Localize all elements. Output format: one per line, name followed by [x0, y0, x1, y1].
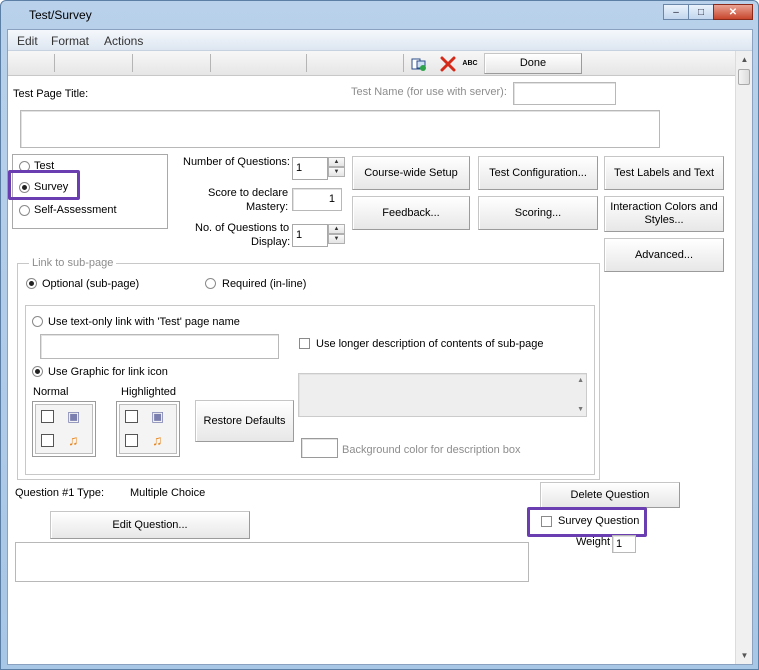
display-count-value: 1 — [296, 229, 303, 241]
spellcheck-icon[interactable]: ABC — [462, 56, 478, 72]
num-questions-spinner[interactable]: 1 ▲ ▼ — [292, 157, 345, 180]
highlighted-icon-preview[interactable]: ▣ ♫ — [116, 401, 180, 457]
radio-self-assessment[interactable] — [19, 205, 30, 216]
num-questions-label: Number of Questions: — [183, 156, 290, 168]
survey-highlight — [8, 170, 80, 200]
spinner-buttons: ▲ ▼ — [328, 224, 345, 244]
test-configuration-button[interactable]: Test Configuration... — [478, 156, 598, 190]
scroll-down-icon[interactable]: ▼ — [737, 648, 752, 663]
mastery-score-value: 1 — [328, 193, 335, 205]
scroll-thumb[interactable] — [738, 69, 750, 85]
test-name-input[interactable] — [513, 82, 616, 105]
question-type-label: Question #1 Type: — [15, 487, 105, 499]
display-label-line1: No. of Questions to — [195, 222, 290, 234]
background-color-label: Background color for description box — [342, 444, 521, 456]
scroll-up-icon[interactable]: ▲ — [577, 377, 584, 384]
minimize-icon: ‒ — [673, 6, 679, 18]
window-frame: Test/Survey ‒ □ ✕ Edit Format Actions AB… — [0, 0, 759, 670]
dialog-client: Edit Format Actions ABC Done ▲ ▼ Test Pa… — [7, 29, 753, 665]
longer-description-label[interactable]: Use longer description of contents of su… — [316, 338, 543, 350]
toolbar-separator — [306, 54, 307, 72]
music-note-icon: ♫ — [152, 432, 163, 448]
text-only-link-input[interactable] — [40, 334, 279, 359]
radio-required-inline[interactable] — [205, 278, 216, 289]
scroll-down-icon[interactable]: ▼ — [577, 406, 584, 413]
camera-icon: ▣ — [67, 408, 81, 424]
radio-use-graphic-label[interactable]: Use Graphic for link icon — [48, 366, 168, 378]
title-bar[interactable]: Test/Survey ‒ □ ✕ — [1, 1, 758, 29]
maximize-icon: □ — [697, 6, 705, 18]
feedback-button[interactable]: Feedback... — [352, 196, 470, 230]
menu-bar: Edit Format Actions — [8, 30, 752, 51]
spin-up-icon[interactable]: ▲ — [328, 224, 345, 234]
background-color-swatch[interactable] — [301, 438, 338, 458]
radio-text-only-link[interactable] — [32, 316, 43, 327]
score-label-line1: Score to declare — [208, 187, 289, 199]
toolbar-separator — [210, 54, 211, 72]
mastery-score-input[interactable]: 1 — [292, 188, 342, 211]
normal-icon-preview[interactable]: ▣ ♫ — [32, 401, 96, 457]
radio-self-assessment-label[interactable]: Self-Assessment — [34, 204, 117, 216]
menu-actions[interactable]: Actions — [104, 34, 143, 48]
radio-required-label[interactable]: Required (in-line) — [222, 278, 306, 290]
delete-x-icon[interactable] — [440, 56, 456, 72]
toolbar-separator — [54, 54, 55, 72]
radio-text-only-label[interactable]: Use text-only link with 'Test' page name — [48, 316, 240, 328]
radio-use-graphic[interactable] — [32, 366, 43, 377]
spin-down-icon[interactable]: ▼ — [328, 234, 345, 244]
camera-icon: ▣ — [151, 408, 165, 424]
close-icon: ✕ — [728, 6, 738, 18]
minimize-button[interactable]: ‒ — [663, 4, 689, 20]
checkbox-icon — [41, 410, 54, 423]
toolbar-separator — [132, 54, 133, 72]
description-box[interactable]: ▲ ▼ — [298, 373, 587, 417]
normal-icon-label: Normal — [33, 386, 69, 398]
survey-question-highlight — [527, 507, 647, 537]
weight-input[interactable]: 1 — [612, 535, 636, 553]
advanced-button[interactable]: Advanced... — [604, 238, 724, 272]
window-title: Test/Survey — [29, 8, 92, 22]
toolbar: ABC Done — [8, 51, 752, 76]
course-wide-setup-button[interactable]: Course-wide Setup — [352, 156, 470, 190]
test-labels-button[interactable]: Test Labels and Text — [604, 156, 724, 190]
scoring-button[interactable]: Scoring... — [478, 196, 598, 230]
maximize-button[interactable]: □ — [688, 4, 714, 20]
question-type-value: Multiple Choice — [130, 487, 206, 499]
page-link-icon[interactable] — [411, 56, 427, 72]
spin-up-icon[interactable]: ▲ — [328, 157, 345, 167]
num-questions-value: 1 — [296, 162, 303, 174]
test-page-title-label: Test Page Title: — [13, 88, 89, 100]
checkbox-icon — [125, 410, 138, 423]
radio-optional-subpage[interactable] — [26, 278, 37, 289]
delete-question-button[interactable]: Delete Question — [540, 482, 680, 508]
longer-description-checkbox[interactable] — [299, 338, 310, 349]
interaction-colors-button[interactable]: Interaction Colors and Styles... — [604, 196, 724, 232]
test-page-title-input[interactable] — [20, 110, 660, 148]
restore-defaults-button[interactable]: Restore Defaults — [195, 400, 294, 442]
menu-edit[interactable]: Edit — [17, 34, 38, 48]
spin-down-icon[interactable]: ▼ — [328, 167, 345, 177]
vertical-scrollbar[interactable]: ▲ ▼ — [735, 51, 752, 664]
scroll-up-icon[interactable]: ▲ — [737, 52, 752, 67]
menu-format[interactable]: Format — [51, 34, 89, 48]
display-count-spinner[interactable]: 1 ▲ ▼ — [292, 224, 345, 247]
score-label-line2: Mastery: — [246, 201, 289, 213]
test-name-label: Test Name (for use with server): — [351, 86, 507, 98]
weight-label: Weight — [576, 536, 611, 548]
radio-optional-label[interactable]: Optional (sub-page) — [42, 278, 139, 290]
weight-value: 1 — [616, 538, 623, 550]
edit-question-button[interactable]: Edit Question... — [50, 511, 250, 539]
toolbar-separator — [403, 54, 404, 72]
music-note-icon: ♫ — [68, 432, 79, 448]
question-preview-box[interactable] — [15, 542, 529, 582]
highlighted-icon-label: Highlighted — [121, 386, 177, 398]
subpage-group-label: Link to sub-page — [29, 257, 117, 269]
spellcheck-text: ABC — [462, 60, 478, 67]
checkbox-icon — [41, 434, 54, 447]
spinner-buttons: ▲ ▼ — [328, 157, 345, 177]
checkbox-icon — [125, 434, 138, 447]
done-button[interactable]: Done — [484, 53, 582, 74]
display-label-line2: Display: — [251, 236, 291, 248]
close-button[interactable]: ✕ — [713, 4, 753, 20]
